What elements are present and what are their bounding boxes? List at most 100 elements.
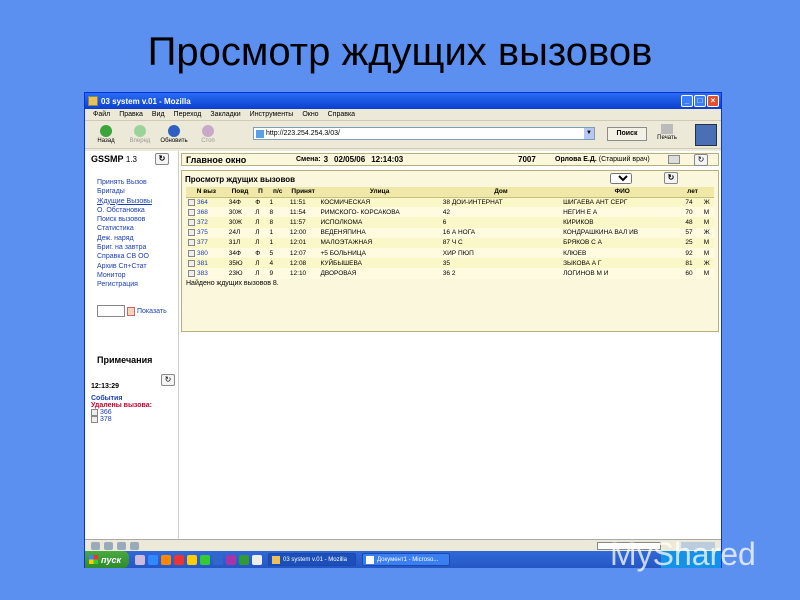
nav-statistics[interactable]: Статистика: [97, 224, 178, 233]
status-icon[interactable]: [104, 541, 113, 550]
reload-button[interactable]: Обновить: [159, 125, 189, 144]
col-age[interactable]: лет: [683, 187, 702, 198]
document-icon: [188, 229, 195, 237]
task-word[interactable]: Документ1 - Microso...: [362, 553, 450, 566]
refresh-icon[interactable]: ↻: [155, 153, 169, 165]
nav-registration[interactable]: Регистрация: [97, 280, 178, 289]
col-call-number[interactable]: N выз: [186, 187, 227, 198]
cell-call-number[interactable]: 380: [186, 247, 227, 259]
nav-call-search[interactable]: Поиск вызовов: [97, 215, 178, 224]
task-mozilla[interactable]: 03 system v.01 - Mozilla: [268, 553, 356, 566]
table-row[interactable]: 372 30Ж Л 8 11:57 ИСПОЛКОМА 6 КИРИКОВ 48 М: [186, 217, 714, 228]
events-link[interactable]: События: [91, 395, 175, 402]
cell-call-number[interactable]: 368: [186, 207, 227, 218]
col-p[interactable]: П: [253, 187, 268, 198]
nav-waiting-calls[interactable]: Ждущие Вызовы: [97, 197, 178, 206]
nav-accept-call[interactable]: Принять Вызов: [97, 178, 178, 187]
call-link[interactable]: 380: [188, 249, 227, 257]
col-name[interactable]: ФИО: [561, 187, 684, 198]
table-row[interactable]: 364 34Ф Ф 1 11:51 КОСМИЧЕСКАЯ 38 ДОИ-ИНТЕРНАТ Ш…: [186, 197, 714, 208]
call-number: 372: [197, 218, 208, 226]
table-row[interactable]: 377 31Л Л 1 12:01 МАЛОЭТАЖНАЯ 87 Ч С БРЯКОВ С А…: [186, 237, 714, 248]
back-button[interactable]: Назад: [91, 125, 121, 144]
menu-help[interactable]: Справка: [328, 111, 355, 118]
maximize-button[interactable]: □: [694, 95, 706, 107]
quicklaunch-icon[interactable]: [213, 554, 223, 565]
call-link[interactable]: 377: [188, 239, 227, 247]
call-link[interactable]: 372: [188, 218, 227, 226]
cell-call-number[interactable]: 375: [186, 227, 227, 238]
quicklaunch-icon[interactable]: [187, 554, 197, 565]
quicklaunch-icon[interactable]: [148, 554, 158, 565]
nav-monitor[interactable]: Монитор: [97, 271, 178, 280]
cell-call-number[interactable]: 377: [186, 237, 227, 248]
table-row[interactable]: 383 23Ю Л 9 12:10 ДВОРОВАЯ 36 2 ЛОГИНОВ М И 60 М: [186, 268, 714, 279]
quicklaunch-icon[interactable]: [252, 554, 262, 565]
call-link[interactable]: 383: [188, 269, 227, 277]
nav-reference[interactable]: Справка СВ ОО: [97, 252, 178, 261]
header-time: 12:14:03: [371, 155, 404, 164]
quick-launch: [135, 554, 262, 565]
menu-edit[interactable]: Правка: [119, 111, 143, 118]
nav-brigades-tomorrow[interactable]: Бриг. на завтра: [97, 243, 178, 252]
nav-brigades[interactable]: Бригады: [97, 187, 178, 196]
nav-situation[interactable]: О. Обстановка: [97, 206, 178, 215]
col-accepted[interactable]: Принят: [287, 187, 319, 198]
deleted-item[interactable]: 366: [91, 409, 175, 416]
quicklaunch-icon[interactable]: [174, 554, 184, 565]
cell-call-number[interactable]: 383: [186, 268, 227, 279]
nav-duty[interactable]: Деж. наряд: [97, 234, 178, 243]
status-icon[interactable]: [91, 541, 100, 550]
quicklaunch-icon[interactable]: [135, 554, 145, 565]
call-link[interactable]: 375: [188, 229, 227, 237]
menu-window[interactable]: Окно: [302, 111, 318, 118]
show-input[interactable]: [97, 305, 125, 317]
deleted-item[interactable]: 378: [91, 416, 175, 423]
quicklaunch-icon[interactable]: [226, 554, 236, 565]
call-link[interactable]: 381: [188, 259, 227, 267]
call-link[interactable]: 364: [188, 198, 227, 206]
menu-go[interactable]: Переход: [174, 111, 202, 118]
start-button[interactable]: пуск: [85, 551, 129, 568]
header-refresh-icon[interactable]: ↻: [694, 154, 708, 166]
deleted-number: 378: [100, 416, 112, 423]
url-bar[interactable]: http://223.254.254.3/03/ ▼: [253, 127, 595, 140]
quicklaunch-icon[interactable]: [161, 554, 171, 565]
quicklaunch-icon[interactable]: [239, 554, 249, 565]
table-row[interactable]: 368 30Ж Л 8 11:54 РИМСКОГО- КОРСАКОВА 42 НЕГИН …: [186, 207, 714, 218]
stop-button[interactable]: Стоп: [193, 125, 223, 144]
menu-tools[interactable]: Инструменты: [250, 111, 294, 118]
cell-call-number[interactable]: 364: [186, 197, 227, 208]
cell-call-number[interactable]: 372: [186, 217, 227, 228]
close-button[interactable]: ×: [707, 95, 719, 107]
nav-archive[interactable]: Архив Сп+Стат: [97, 262, 178, 271]
print-icon[interactable]: [668, 155, 680, 164]
table-row[interactable]: 375 24Л Л 1 12:00 ВЕДЕНЯПИНА 16 А НОГА КОНДРАШК…: [186, 227, 714, 238]
call-link[interactable]: 368: [188, 208, 227, 216]
col-street[interactable]: Улица: [318, 187, 441, 198]
status-icon[interactable]: [117, 541, 126, 550]
search-button[interactable]: Поиск: [607, 127, 647, 141]
chevron-down-icon[interactable]: ▼: [584, 128, 594, 139]
status-icon[interactable]: [130, 541, 139, 550]
page-select[interactable]: 1: [610, 173, 632, 184]
panel-refresh-icon[interactable]: ↻: [664, 172, 678, 184]
menu-file[interactable]: Файл: [93, 111, 110, 118]
col-substation[interactable]: п/с: [267, 187, 288, 198]
col-reason[interactable]: Повд: [226, 187, 254, 198]
print-button[interactable]: Печать: [655, 124, 679, 141]
cell-call-number[interactable]: 381: [186, 258, 227, 269]
app-name: GSSMP: [91, 154, 124, 164]
menu-bookmarks[interactable]: Закладки: [210, 111, 240, 118]
table-row[interactable]: 380 34Ф Ф 5 12:07 +5 БОЛЬНИЦА ХИР ПЮП КЛЮЕВ 92 М: [186, 247, 714, 259]
cell-name: ЗЫКОВА А Г: [561, 258, 684, 269]
notes-refresh-icon[interactable]: ↻: [161, 374, 175, 386]
col-house[interactable]: Дом: [440, 187, 562, 198]
minimize-button[interactable]: _: [681, 95, 693, 107]
menu-view[interactable]: Вид: [152, 111, 165, 118]
table-row[interactable]: 381 35Ю Л 4 12:08 КУЙБЫШЕВА 35 ЗЫКОВА А Г 81 Ж: [186, 258, 714, 269]
show-link[interactable]: Показать: [137, 308, 167, 315]
forward-button[interactable]: Вперед: [125, 125, 155, 144]
quicklaunch-icon[interactable]: [200, 554, 210, 565]
cell-reason: 34Ф: [226, 197, 254, 208]
